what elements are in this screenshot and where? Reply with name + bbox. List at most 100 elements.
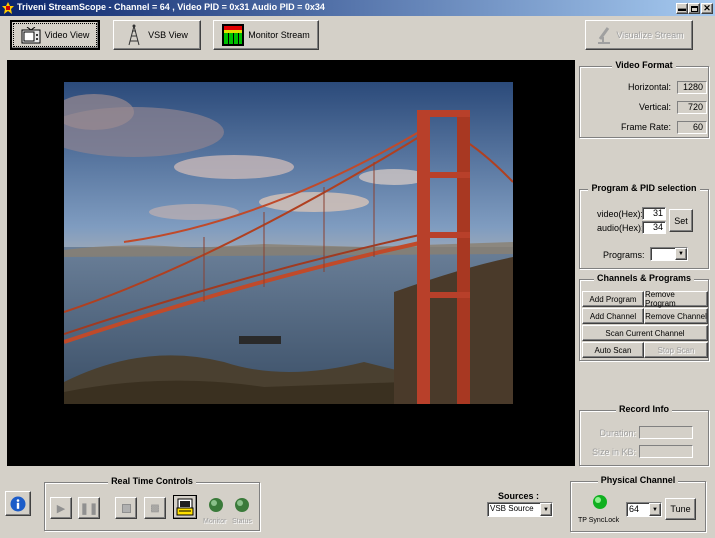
sources-select[interactable]: VSB Source ▼	[487, 502, 553, 517]
remove-program-label: Remove Program	[645, 290, 676, 308]
video-format-title: Video Format	[612, 60, 676, 70]
frame-rate-value: 60	[677, 121, 707, 134]
toolbar: Video View VSB View Monitor Stream Visua…	[0, 16, 715, 58]
duration-field	[639, 426, 693, 439]
remove-channel-label: Remove Channel	[645, 311, 707, 321]
horizontal-label: Horizontal:	[627, 82, 671, 92]
monitor-stream-button[interactable]: Monitor Stream	[213, 20, 319, 50]
remove-channel-button[interactable]: Remove Channel	[644, 308, 708, 324]
monitor-led-icon	[208, 497, 224, 513]
tune-label: Tune	[670, 504, 691, 514]
realtime-controls-group: Real Time Controls ▶ ❚❚ ▩ Monitor Status	[44, 476, 260, 531]
record-info-group: Record Info Duration: Size in KB:	[579, 404, 709, 466]
video-frame-image	[64, 82, 513, 404]
audio-hex-label: audio(Hex):	[597, 223, 644, 233]
horizontal-value: 1280	[677, 81, 707, 94]
sources-select-value: VSB Source	[490, 504, 534, 513]
programs-dropdown-button[interactable]: ▼	[675, 248, 687, 260]
add-channel-label: Add Channel	[589, 311, 637, 321]
remove-program-button[interactable]: Remove Program	[644, 290, 708, 308]
video-frame	[64, 82, 513, 404]
audio-pid-input[interactable]: 34	[642, 221, 666, 234]
channel-select[interactable]: 64 ▼	[626, 502, 662, 517]
channels-title: Channels & Programs	[593, 273, 695, 283]
maximize-icon	[690, 5, 698, 12]
info-button[interactable]	[5, 491, 31, 516]
stop-button[interactable]	[115, 497, 137, 519]
scan-current-label: Scan Current Channel	[605, 328, 685, 338]
vsb-view-label: VSB View	[148, 30, 188, 40]
window-title: Triveni StreamScope - Channel = 64 , Vid…	[17, 2, 325, 12]
minimize-button[interactable]: ▬	[676, 3, 688, 14]
physical-channel-title: Physical Channel	[597, 475, 679, 485]
maximize-button[interactable]	[688, 3, 700, 14]
status-led-label: Status	[232, 518, 252, 525]
sync-lock-led-icon	[592, 494, 608, 510]
close-button[interactable]: ✕	[701, 3, 713, 14]
tune-button[interactable]: Tune	[665, 498, 696, 520]
sources-label: Sources :	[498, 491, 540, 501]
snapshot-icon	[176, 498, 194, 516]
record-info-title: Record Info	[615, 404, 672, 414]
pause-icon: ❚❚	[79, 502, 99, 515]
chevron-down-icon: ▼	[543, 506, 549, 513]
vsb-view-button[interactable]: VSB View	[113, 20, 201, 50]
folder-icon: ▩	[150, 502, 160, 514]
status-led-icon	[234, 497, 250, 513]
video-view-button[interactable]: Video View	[10, 20, 100, 50]
video-pid-input[interactable]: 31	[642, 207, 666, 220]
set-label: Set	[674, 215, 688, 226]
level-meter-icon	[222, 24, 245, 46]
minimize-icon: ▬	[678, 4, 686, 13]
pid-selection-title: Program & PID selection	[588, 183, 700, 193]
pid-selection-group: Program & PID selection video(Hex): 31 a…	[579, 183, 709, 269]
close-icon: ✕	[703, 3, 711, 13]
stop-scan-label: Stop Scan	[657, 345, 695, 355]
realtime-title: Real Time Controls	[108, 476, 196, 486]
record-button[interactable]: ▩	[144, 497, 166, 519]
sync-lock-label: TP SyncLock	[578, 517, 620, 524]
right-panel: Video Format Horizontal: 1280 Vertical: …	[577, 58, 711, 468]
size-label: Size in KB:	[591, 447, 636, 457]
snapshot-button[interactable]	[173, 495, 197, 519]
microscope-icon	[594, 25, 612, 45]
physical-channel-group: Physical Channel TP SyncLock 64 ▼ Tune	[570, 475, 706, 532]
tv-icon	[21, 26, 41, 44]
auto-scan-button[interactable]: Auto Scan	[582, 342, 644, 358]
add-channel-button[interactable]: Add Channel	[582, 308, 644, 324]
info-icon	[10, 496, 26, 512]
add-program-button[interactable]: Add Program	[582, 291, 644, 307]
monitor-led-label: Monitor	[203, 518, 227, 525]
pause-button[interactable]: ❚❚	[78, 497, 100, 519]
add-program-label: Add Program	[589, 294, 637, 304]
auto-scan-label: Auto Scan	[594, 345, 632, 355]
vertical-label: Vertical:	[638, 102, 671, 112]
channel-select-value: 64	[629, 504, 640, 514]
video-format-group: Video Format Horizontal: 1280 Vertical: …	[579, 60, 709, 138]
video-display	[7, 60, 575, 466]
programs-select[interactable]: ▼	[650, 247, 688, 261]
play-button[interactable]: ▶	[50, 497, 72, 519]
channel-dropdown-button[interactable]: ▼	[649, 503, 661, 516]
play-icon: ▶	[56, 502, 66, 515]
video-view-label: Video View	[44, 30, 90, 40]
stop-scan-button[interactable]: Stop Scan	[644, 342, 708, 358]
vertical-value: 720	[677, 101, 707, 114]
scan-current-channel-button[interactable]: Scan Current Channel	[582, 325, 708, 341]
duration-label: Duration:	[599, 428, 636, 438]
chevron-down-icon: ▼	[678, 251, 684, 257]
sources-dropdown-button[interactable]: ▼	[540, 503, 552, 516]
monitor-stream-label: Monitor Stream	[248, 30, 310, 40]
stop-icon	[121, 503, 131, 513]
set-button[interactable]: Set	[669, 209, 693, 232]
visualize-stream-label: Visualize Stream	[616, 30, 684, 40]
app-icon	[2, 2, 14, 14]
programs-label: Programs:	[603, 250, 645, 260]
antenna-tower-icon	[126, 24, 142, 46]
frame-rate-label: Frame Rate:	[620, 122, 671, 132]
chevron-down-icon: ▼	[652, 506, 658, 513]
visualize-stream-button[interactable]: Visualize Stream	[585, 20, 693, 50]
title-bar: Triveni StreamScope - Channel = 64 , Vid…	[0, 0, 715, 16]
size-field	[639, 445, 693, 458]
channels-group: Channels & Programs Add Program Remove P…	[579, 273, 709, 361]
